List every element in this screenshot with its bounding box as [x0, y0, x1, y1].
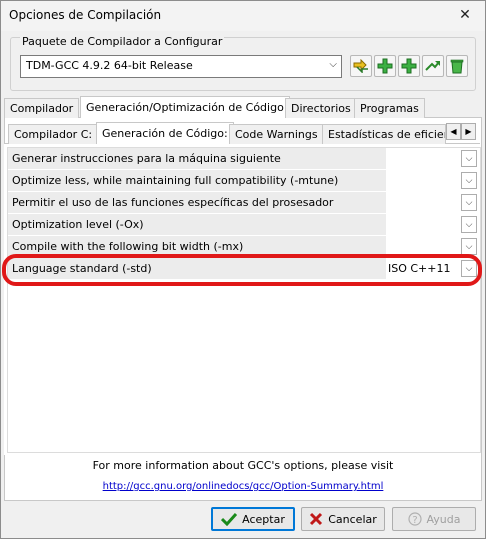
option-dropdown-button[interactable]: ⌵ — [461, 238, 477, 255]
cancel-button[interactable]: Cancelar — [301, 507, 385, 531]
option-value — [388, 214, 458, 235]
rename-arrow-button[interactable] — [422, 55, 444, 77]
info-text: For more information about GCC's options… — [92, 459, 394, 472]
rename-arrow-icon — [425, 61, 440, 71]
option-row-language-standard[interactable]: Language standard (-std) ISO C++11 ⌵ — [8, 258, 480, 281]
help-icon: ? — [407, 512, 422, 526]
accept-button[interactable]: Aceptar — [211, 507, 295, 531]
option-row[interactable]: Optimization level (-Ox) ⌵ — [8, 214, 480, 237]
chevron-down-icon: ⌵ — [465, 175, 473, 186]
close-icon — [310, 512, 323, 526]
option-label: Permitir el uso de las funciones específ… — [8, 192, 386, 213]
option-value — [388, 192, 458, 213]
chevron-down-icon: ⌵ — [465, 219, 473, 230]
option-dropdown-button[interactable]: ⌵ — [461, 260, 477, 277]
add-icon — [377, 58, 393, 74]
title-bar: Opciones de Compilación ✕ — [1, 1, 485, 31]
subtab-compilador-c[interactable]: Compilador C: — [8, 124, 99, 144]
add-copy-icon — [401, 58, 417, 74]
subtab-generacion-codigo[interactable]: Generación de Código: — [96, 122, 234, 144]
option-label: Compile with the following bit width (-m… — [8, 236, 386, 257]
option-label: Optimize less, while maintaining full co… — [8, 170, 386, 191]
window-title: Opciones de Compilación — [9, 8, 162, 22]
option-label: Optimization level (-Ox) — [8, 214, 386, 235]
tab-generacion-optimizacion[interactable]: Generación/Optimización de Código — [80, 96, 290, 118]
option-value — [388, 236, 458, 257]
option-row[interactable]: Compile with the following bit width (-m… — [8, 236, 480, 259]
rename-compiler-button[interactable] — [350, 55, 372, 77]
delete-compiler-button[interactable] — [446, 55, 468, 77]
help-button[interactable]: ? Ayuda — [392, 507, 476, 531]
package-group-label: Paquete de Compilador a Configurar — [20, 35, 225, 48]
checkmark-icon — [221, 512, 238, 526]
svg-text:?: ? — [412, 515, 417, 526]
gcc-options-link[interactable]: http://gcc.gnu.org/onlinedocs/gcc/Option… — [103, 481, 384, 492]
option-value — [388, 170, 458, 191]
tab-directorios[interactable]: Directorios — [285, 98, 357, 118]
option-dropdown-button[interactable]: ⌵ — [461, 216, 477, 233]
tab-compilador[interactable]: Compilador — [4, 98, 80, 118]
chevron-down-icon: ⌵ — [465, 153, 473, 164]
option-label: Language standard (-std) — [8, 258, 386, 279]
subtab-estadisticas[interactable]: Estadísticas de eficien — [322, 124, 446, 144]
option-row[interactable]: Generar instrucciones para la máquina si… — [8, 148, 480, 171]
option-dropdown-button[interactable]: ⌵ — [461, 172, 477, 189]
option-row[interactable]: Optimize less, while maintaining full co… — [8, 170, 480, 193]
subtab-code-warnings[interactable]: Code Warnings — [229, 124, 324, 144]
accept-label: Aceptar — [242, 512, 285, 526]
delete-icon — [450, 59, 464, 74]
rename-icon — [353, 59, 368, 73]
chevron-down-icon: ⌵ — [329, 59, 337, 70]
option-dropdown-button[interactable]: ⌵ — [461, 150, 477, 167]
option-row[interactable]: Permitir el uso de las funciones específ… — [8, 192, 480, 215]
options-grid: Generar instrucciones para la máquina si… — [7, 147, 481, 453]
compiler-package-select[interactable]: TDM-GCC 4.9.2 64-bit Release ⌵ — [20, 55, 342, 78]
chevron-down-icon: ⌵ — [465, 263, 473, 274]
option-label: Generar instrucciones para la máquina si… — [8, 148, 386, 169]
close-icon: ✕ — [459, 7, 471, 23]
triangle-right-icon: ▶ — [465, 127, 472, 136]
close-button[interactable]: ✕ — [451, 3, 479, 27]
option-value — [388, 148, 458, 169]
chevron-down-icon: ⌵ — [465, 241, 473, 252]
chevron-down-icon: ⌵ — [465, 197, 473, 208]
option-dropdown-button[interactable]: ⌵ — [461, 194, 477, 211]
tab-scroll-right-button[interactable]: ▶ — [461, 123, 476, 140]
add-compiler-button[interactable] — [374, 55, 396, 77]
tab-scroll-left-button[interactable]: ◀ — [446, 123, 461, 140]
help-label: Ayuda — [426, 512, 461, 526]
cancel-label: Cancelar — [328, 512, 377, 526]
option-value: ISO C++11 — [388, 262, 451, 275]
triangle-left-icon: ◀ — [450, 127, 457, 136]
add-copy-compiler-button[interactable] — [398, 55, 420, 77]
compiler-package-value: TDM-GCC 4.9.2 64-bit Release — [26, 59, 193, 72]
tab-programas[interactable]: Programas — [354, 98, 425, 118]
